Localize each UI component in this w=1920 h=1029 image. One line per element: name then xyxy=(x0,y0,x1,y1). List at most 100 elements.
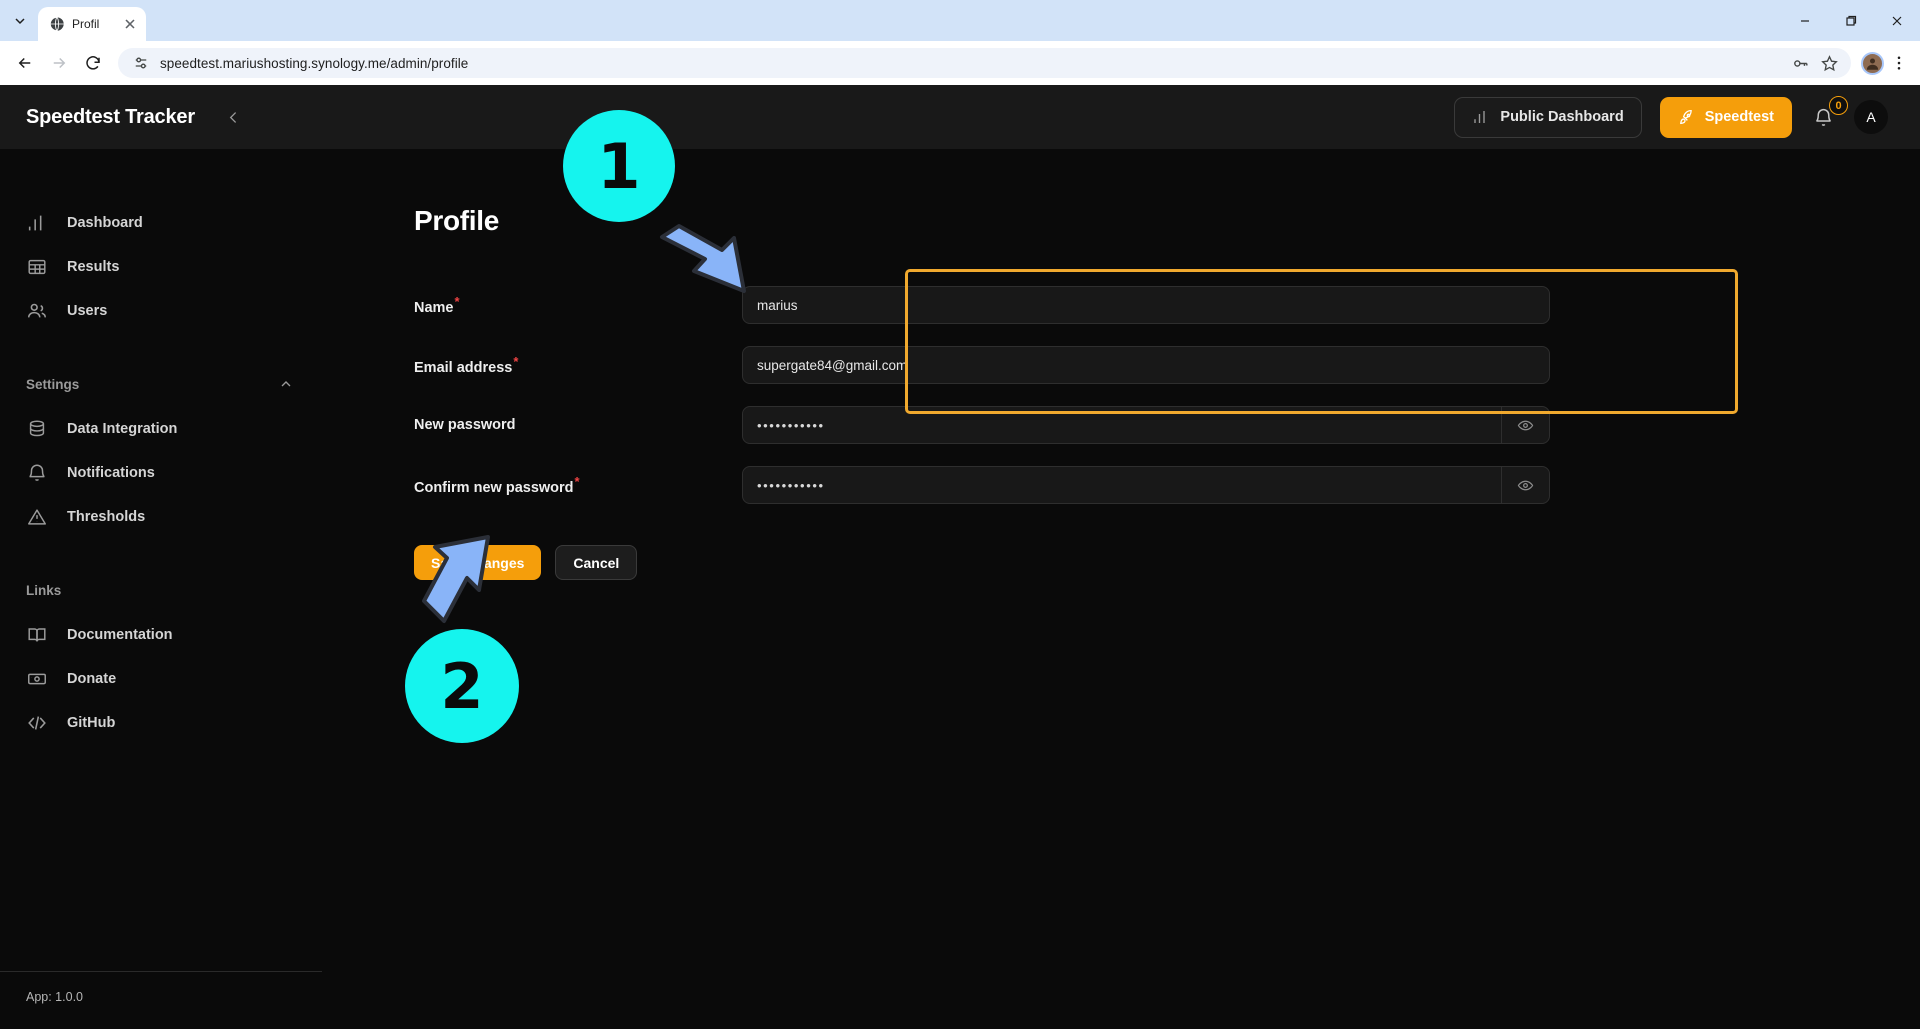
sidebar-item-thresholds[interactable]: Thresholds xyxy=(0,495,322,539)
field-wrapper: supergate84@gmail.com xyxy=(742,346,1550,384)
sidebar-item-label: Documentation xyxy=(67,627,173,643)
public-dashboard-label: Public Dashboard xyxy=(1500,109,1623,125)
window-controls xyxy=(1782,0,1920,41)
sidebar-item-notifications[interactable]: Notifications xyxy=(0,451,322,495)
book-icon xyxy=(26,624,48,646)
sidebar-item-label: Notifications xyxy=(67,465,155,481)
close-icon xyxy=(1891,15,1903,27)
tab-search-button[interactable] xyxy=(6,7,34,35)
key-icon[interactable] xyxy=(1791,54,1810,73)
maximize-icon xyxy=(1845,15,1857,27)
app-brand: Speedtest Tracker xyxy=(0,106,195,129)
speedtest-label: Speedtest xyxy=(1705,109,1774,125)
email-input-value: supergate84@gmail.com xyxy=(757,358,907,373)
field-label: Email address* xyxy=(322,354,742,376)
save-changes-button[interactable]: Save changes xyxy=(414,545,541,580)
browser-tab[interactable]: Profil xyxy=(38,7,146,41)
app-root: Speedtest Tracker Public Dashboard xyxy=(0,85,1920,1029)
forward-button[interactable] xyxy=(44,48,74,78)
name-input-value: marius xyxy=(757,298,798,313)
sidebar-item-label: Results xyxy=(67,259,119,275)
form-row-email: Email address* supergate84@gmail.com xyxy=(322,335,1920,395)
sidebar-item-donate[interactable]: Donate xyxy=(0,657,322,701)
users-icon xyxy=(26,300,48,322)
sidebar-group-settings[interactable]: Settings xyxy=(0,367,322,401)
sidebar-item-dashboard[interactable]: Dashboard xyxy=(0,201,322,245)
notifications-button[interactable]: 0 xyxy=(1810,102,1836,132)
field-wrapper: marius xyxy=(742,286,1550,324)
form-row-confirm-password: Confirm new password* ••••••••••• xyxy=(322,455,1920,515)
back-button[interactable] xyxy=(10,48,40,78)
minimize-icon xyxy=(1799,15,1811,27)
main-content: Profile Name* marius xyxy=(322,149,1920,1029)
notification-count-badge: 0 xyxy=(1829,96,1848,115)
bar-chart-icon xyxy=(1472,108,1490,126)
field-label-text: Email address xyxy=(414,360,512,376)
close-icon[interactable] xyxy=(122,16,138,32)
sidebar-group-label: Settings xyxy=(26,377,278,392)
app-topbar: Speedtest Tracker Public Dashboard xyxy=(0,85,1920,149)
field-label-text: New password xyxy=(414,417,516,433)
sidebar-item-label: GitHub xyxy=(67,715,115,731)
toggle-new-password-visibility-button[interactable] xyxy=(1501,406,1549,444)
public-dashboard-button[interactable]: Public Dashboard xyxy=(1454,97,1641,138)
chevron-down-icon xyxy=(12,13,28,29)
browser-window: Profil xyxy=(0,0,1920,1029)
email-input[interactable]: supergate84@gmail.com xyxy=(742,346,1550,384)
arrow-right-icon xyxy=(50,54,68,72)
toggle-confirm-password-visibility-button[interactable] xyxy=(1501,466,1549,504)
profile-avatar[interactable] xyxy=(1861,52,1884,75)
cancel-button[interactable]: Cancel xyxy=(555,545,637,580)
database-icon xyxy=(26,418,48,440)
profile-form: Name* marius Email address* xyxy=(322,275,1920,580)
chevron-left-icon xyxy=(225,109,242,126)
field-wrapper: ••••••••••• xyxy=(742,466,1550,504)
window-close-button[interactable] xyxy=(1874,0,1920,41)
tune-icon[interactable] xyxy=(132,54,150,72)
star-icon[interactable] xyxy=(1820,54,1839,73)
reload-button[interactable] xyxy=(78,48,108,78)
field-label-text: Name xyxy=(414,300,454,316)
sidebar: Dashboard Results Users Settings xyxy=(0,149,322,1029)
sidebar-item-label: Thresholds xyxy=(67,509,145,525)
url-text: speedtest.mariushosting.synology.me/admi… xyxy=(160,56,1781,71)
sidebar-footer: App: 1.0.0 xyxy=(0,971,322,1029)
sidebar-item-users[interactable]: Users xyxy=(0,289,322,333)
field-label: Confirm new password* xyxy=(322,474,742,496)
sidebar-group-links[interactable]: Links xyxy=(0,573,322,607)
sidebar-item-label: Users xyxy=(67,303,107,319)
omnibox-actions xyxy=(1791,54,1845,73)
topbar-actions: Public Dashboard Speedtest 0 xyxy=(1454,97,1920,138)
sidebar-item-label: Data Integration xyxy=(67,421,177,437)
sidebar-item-github[interactable]: GitHub xyxy=(0,701,322,745)
new-password-input[interactable]: ••••••••••• xyxy=(742,406,1550,444)
user-avatar[interactable]: A xyxy=(1854,100,1888,134)
window-minimize-button[interactable] xyxy=(1782,0,1828,41)
bar-chart-icon xyxy=(26,212,48,234)
arrow-left-icon xyxy=(16,54,34,72)
address-bar[interactable]: speedtest.mariushosting.synology.me/admi… xyxy=(118,48,1851,78)
rocket-icon xyxy=(1678,108,1696,126)
form-row-name: Name* marius xyxy=(322,275,1920,335)
browser-tabstrip: Profil xyxy=(0,0,1920,41)
new-password-input-value: ••••••••••• xyxy=(743,418,1501,433)
reload-icon xyxy=(84,54,102,72)
form-row-new-password: New password ••••••••••• xyxy=(322,395,1920,455)
code-brackets-icon xyxy=(26,712,48,734)
confirm-password-input-value: ••••••••••• xyxy=(743,478,1501,493)
sidebar-item-data-integration[interactable]: Data Integration xyxy=(0,407,322,451)
field-label-text: Confirm new password xyxy=(414,480,574,496)
browser-menu-button[interactable] xyxy=(1888,50,1910,76)
speedtest-button[interactable]: Speedtest xyxy=(1660,97,1792,138)
sidebar-group-label: Links xyxy=(26,583,294,598)
three-dots-vertical-icon xyxy=(1890,54,1908,72)
account-avatar-icon xyxy=(1865,56,1880,71)
name-input[interactable]: marius xyxy=(742,286,1550,324)
sidebar-item-results[interactable]: Results xyxy=(0,245,322,289)
sidebar-collapse-button[interactable] xyxy=(221,104,247,130)
chevron-up-icon xyxy=(278,376,294,392)
field-label: New password xyxy=(322,417,742,433)
confirm-password-input[interactable]: ••••••••••• xyxy=(742,466,1550,504)
sidebar-item-documentation[interactable]: Documentation xyxy=(0,613,322,657)
window-maximize-button[interactable] xyxy=(1828,0,1874,41)
